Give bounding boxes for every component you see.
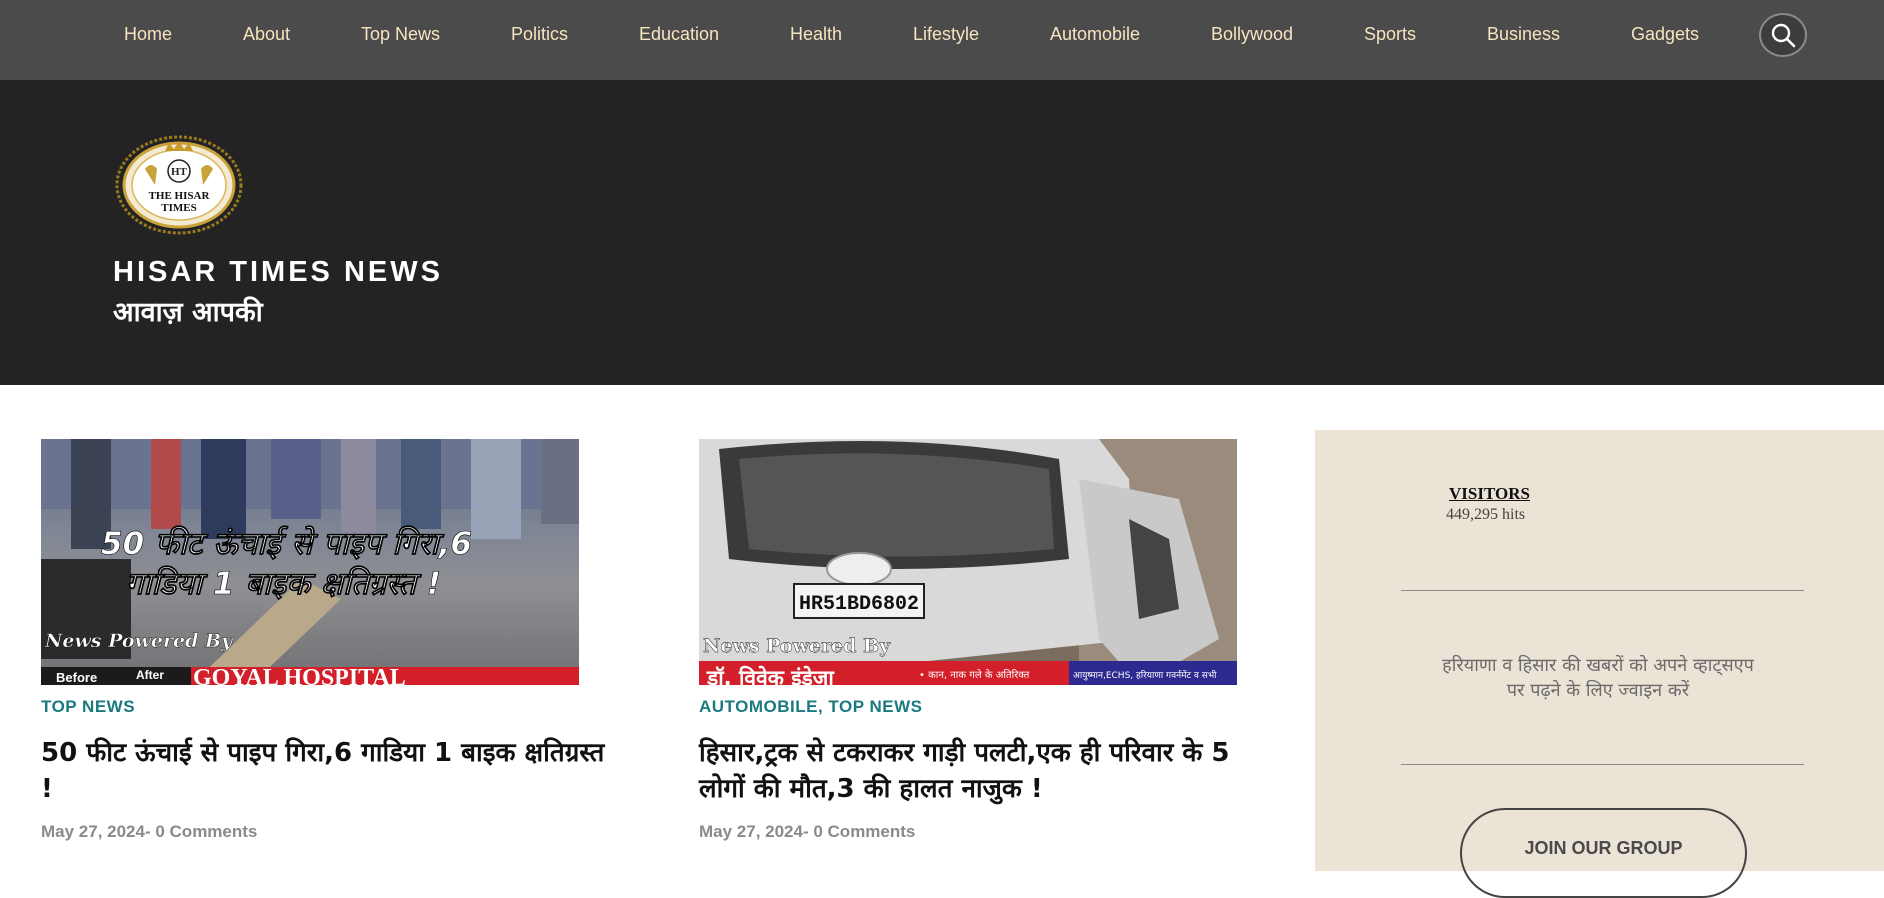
sidebar: VISITORS 449,295 hits हरियाणा व हिसार की… xyxy=(1315,430,1884,898)
search-button[interactable] xyxy=(1759,13,1807,57)
logo-text-main: THE HISAR xyxy=(149,190,211,202)
nav-item-education[interactable]: Education xyxy=(639,24,719,45)
whatsapp-invite-text: हरियाणा व हिसार की खबरों को अपने व्हाट्स… xyxy=(1442,655,1754,701)
site-tagline: आवाज़ आपकी xyxy=(113,297,263,328)
visitors-label: VISITORS xyxy=(1449,484,1530,503)
category-link[interactable]: AUTOMOBILE xyxy=(699,697,818,716)
site-logo[interactable]: HT THE HISAR TIMES xyxy=(115,135,243,235)
nav-item-lifestyle[interactable]: Lifestyle xyxy=(913,24,979,45)
post-title[interactable]: हिसार,ट्रक से टकराकर गाड़ी पलटी,एक ही पर… xyxy=(699,735,1279,807)
post-thumbnail[interactable]: HR51BD6802 News Powered By डॉ. विवेक इंड… xyxy=(699,439,1237,685)
thumbnail-powered-by: News Powered By xyxy=(44,630,234,652)
hisar-times-logo: HT THE HISAR TIMES xyxy=(115,135,243,235)
join-group-button[interactable]: JOIN OUR GROUP xyxy=(1460,808,1747,898)
post-meta: May 27, 2024- 0 Comments xyxy=(41,822,258,841)
post-categories: TOP NEWS xyxy=(41,697,135,717)
nav-item-top-news[interactable]: Top News xyxy=(361,24,440,45)
nav-item-about[interactable]: About xyxy=(243,24,290,45)
post-title[interactable]: 50 फीट ऊंचाई से पाइप गिरा,6 गाडिया 1 बाइ… xyxy=(41,735,621,807)
thumbnail-plate: HR51BD6802 xyxy=(799,593,919,616)
nav-item-politics[interactable]: Politics xyxy=(511,24,568,45)
top-navigation: Home About Top News Politics Education H… xyxy=(0,0,1884,80)
nav-item-business[interactable]: Business xyxy=(1487,24,1560,45)
divider xyxy=(1401,764,1804,765)
logo-monogram: HT xyxy=(171,166,188,178)
nav-item-sports[interactable]: Sports xyxy=(1364,24,1416,45)
post-meta: May 27, 2024- 0 Comments xyxy=(699,822,916,841)
nav-item-bollywood[interactable]: Bollywood xyxy=(1211,24,1293,45)
thumbnail-before: Before xyxy=(56,670,97,685)
thumbnail-powered-by: News Powered By xyxy=(703,635,891,657)
nav-item-health[interactable]: Health xyxy=(790,24,842,45)
thumbnail-banner: डॉ. विवेक इंडेजा xyxy=(706,665,835,685)
category-link[interactable]: TOP NEWS xyxy=(41,697,135,716)
thumbnail-banner-note: • कान, नाक गले के अतिरिक्त xyxy=(919,669,1030,681)
site-header: HT THE HISAR TIMES HISAR TIMES NEWS आवाज… xyxy=(0,80,1884,385)
thumbnail-headline-1: 50 फीट ऊंचाई से पाइप गिरा,6 xyxy=(101,525,472,562)
post-thumbnail[interactable]: 50 फीट ऊंचाई से पाइप गिरा,6 गाडिया 1 बाइ… xyxy=(41,439,579,685)
nav-item-automobile[interactable]: Automobile xyxy=(1050,24,1140,45)
thumbnail-after: After xyxy=(136,668,164,682)
search-icon xyxy=(1771,23,1796,48)
nav-item-gadgets[interactable]: Gadgets xyxy=(1631,24,1699,45)
thumbnail-headline-2: गाडिया 1 बाइक क्षतिग्रस्त ! xyxy=(126,565,441,602)
nav-item-home[interactable]: Home xyxy=(124,24,172,45)
site-title[interactable]: HISAR TIMES NEWS xyxy=(113,256,443,289)
thumbnail-banner: GOYAL HOSPITAL xyxy=(193,665,406,685)
divider xyxy=(1401,590,1804,591)
visitors-count: 449,295 hits xyxy=(1446,506,1526,523)
category-link[interactable]: TOP NEWS xyxy=(828,697,922,716)
post-categories: AUTOMOBILE, TOP NEWS xyxy=(699,697,923,716)
thumbnail-banner-note2: आयुष्मान,ECHS, हरियाणा गवर्नमेंट व सभी xyxy=(1073,669,1217,681)
logo-text-sub: TIMES xyxy=(161,202,196,214)
